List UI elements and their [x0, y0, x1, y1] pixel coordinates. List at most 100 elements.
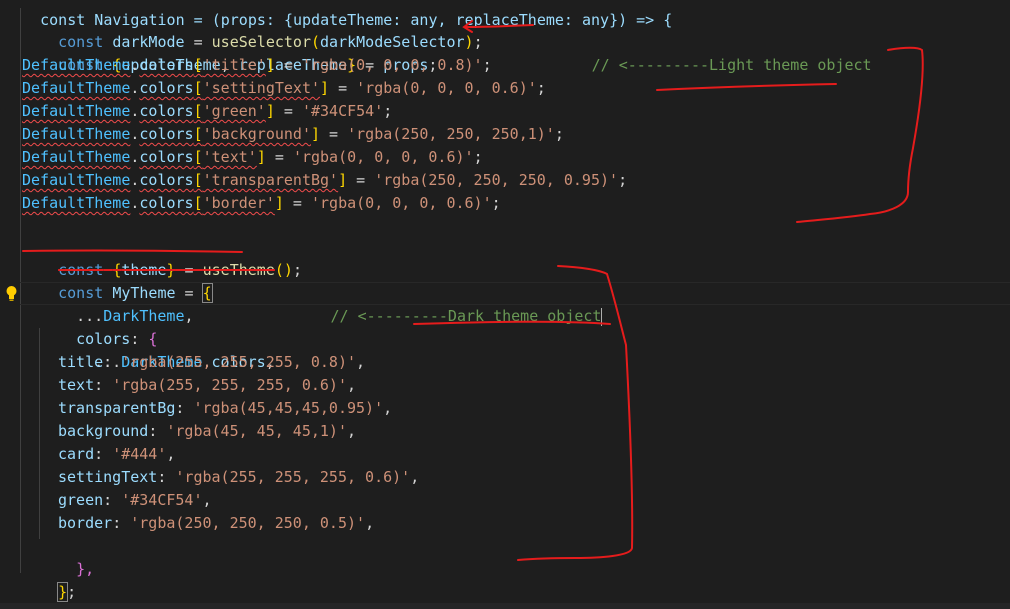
bracket: ]	[265, 56, 275, 74]
punctuation: :	[103, 353, 122, 371]
bracket: [	[193, 56, 203, 74]
class-name: DefaultTheme	[22, 102, 131, 120]
string-value: 'rgba(250, 250, 250, 0.95)'	[374, 171, 619, 189]
string-value: 'rgba(0, 0, 0, 0.6)'	[356, 79, 537, 97]
property: colors	[139, 125, 194, 143]
operator: =	[274, 102, 302, 120]
code-line-light-assignment: DefaultTheme.colors['green'] = '#34CF54'…	[22, 100, 1010, 123]
code-line-my-theme: const MyTheme = {	[22, 259, 1010, 303]
property: colors	[139, 79, 194, 97]
property-key: card	[58, 445, 95, 463]
property-key: text	[58, 376, 95, 394]
code-line-colors-open: colors: {	[40, 305, 1010, 348]
punctuation: :	[94, 445, 113, 463]
horizontal-scrollbar[interactable]	[0, 603, 1010, 609]
bracket: ]	[274, 194, 284, 212]
punctuation: ;	[383, 102, 393, 120]
string-key: 'border'	[202, 194, 275, 212]
code-line-dark-property: transparentBg: 'rgba(45,45,45,0.95)',	[58, 397, 1010, 420]
code-line-dark-property: card: '#444',	[58, 443, 1010, 466]
class-name: DefaultTheme	[22, 125, 131, 143]
punctuation: ;	[491, 194, 501, 212]
bracket: [	[193, 171, 203, 189]
punctuation: ,	[202, 491, 212, 509]
string-key: 'settingText'	[202, 79, 321, 97]
bracket: ]	[320, 79, 330, 97]
code-line-theme-close: };	[22, 558, 1010, 602]
code-line-light-assignment: DefaultTheme.colors['background'] = 'rgb…	[22, 123, 1010, 146]
punctuation: ;	[536, 79, 546, 97]
bracket: }	[57, 582, 69, 602]
string-key: 'text'	[202, 148, 257, 166]
operator: =	[283, 194, 311, 212]
bracket: ]	[338, 171, 348, 189]
code-line-colors-close: },	[40, 535, 1010, 578]
string-value: 'rgba(255, 255, 255, 0.8)'	[121, 353, 357, 371]
code-line-light-assignment: DefaultTheme.colors['title'] = 'rgba(0, …	[22, 54, 1010, 77]
punctuation: :	[103, 491, 122, 509]
string-key: 'title'	[202, 56, 266, 74]
string-value: '#444'	[112, 445, 167, 463]
string-value: 'rgba(0, 0, 0, 0.6)'	[292, 148, 474, 166]
punctuation: ,	[166, 445, 176, 463]
bracket: ]	[256, 148, 266, 166]
string-value: 'rgba(250, 250, 250,1)'	[347, 125, 555, 143]
bracket: [	[193, 148, 203, 166]
punctuation: ;	[554, 125, 564, 143]
string-key: 'green'	[202, 102, 266, 120]
string-value: 'rgba(0, 0, 0, 0.8)'	[301, 56, 483, 74]
punctuation: ,	[356, 353, 366, 371]
string-value: '#34CF54'	[121, 491, 203, 509]
operator: =	[320, 125, 348, 143]
code-line-dark-property: title: 'rgba(255, 255, 255, 0.8)',	[58, 351, 1010, 374]
bracket: [	[193, 102, 203, 120]
class-name: DefaultTheme	[22, 148, 131, 166]
property-key: background	[58, 422, 149, 440]
code-line-light-assignment: DefaultTheme.colors['text'] = 'rgba(0, 0…	[22, 146, 1010, 169]
property: colors	[139, 56, 194, 74]
code-editor[interactable]: const Navigation = (props: {updateTheme:…	[0, 0, 1010, 609]
code-line-spread-colors: ...DarkTheme.colors,	[58, 328, 1010, 371]
lightbulb-icon[interactable]	[5, 285, 18, 303]
operator: =	[347, 171, 375, 189]
code-line-spread-dark: ...DarkTheme,// <---------Dark theme obj…	[40, 282, 1010, 326]
property: colors	[139, 102, 194, 120]
code-comment: // <---------Light theme object	[591, 56, 872, 74]
punctuation: ;	[482, 56, 492, 74]
string-value: 'rgba(255, 255, 255, 0.6)'	[112, 376, 347, 394]
code-line-light-assignment: DefaultTheme.colors['border'] = 'rgba(0,…	[22, 192, 1010, 215]
string-value: 'rgba(45,45,45,0.95)'	[193, 399, 384, 417]
punctuation: :	[112, 514, 131, 532]
property: colors	[139, 171, 194, 189]
punctuation: ,	[347, 422, 357, 440]
bracket: [	[193, 194, 203, 212]
code-line-dark-property: border: 'rgba(250, 250, 250, 0.5)',	[58, 512, 1010, 535]
punctuation: ,	[383, 399, 393, 417]
property-key: transparentBg	[58, 399, 176, 417]
string-value: 'rgba(0, 0, 0, 0.6)'	[311, 194, 492, 212]
string-key: 'transparentBg'	[202, 171, 339, 189]
code-line-use-theme: const {theme} = useTheme();	[22, 236, 1010, 279]
operator: =	[265, 148, 293, 166]
string-key: 'background'	[202, 125, 311, 143]
class-name: DefaultTheme	[22, 79, 131, 97]
punctuation: ;	[67, 583, 77, 601]
string-value: 'rgba(45, 45, 45,1)'	[166, 422, 347, 440]
property-key: green	[58, 491, 104, 509]
string-value: 'rgba(255, 255, 255, 0.6)'	[175, 468, 411, 486]
punctuation: ;	[473, 148, 483, 166]
code-line-dark-mode: const darkMode = useSelector(darkModeSel…	[22, 8, 1010, 51]
code-line-dark-property: settingText: 'rgba(255, 255, 255, 0.6)',	[58, 466, 1010, 489]
bracket: ]	[265, 102, 275, 120]
string-value: '#34CF54'	[301, 102, 384, 120]
property-key: settingText	[58, 468, 158, 486]
class-name: DefaultTheme	[22, 171, 131, 189]
bracket: ]	[311, 125, 321, 143]
operator: =	[274, 56, 302, 74]
code-line-light-assignment: DefaultTheme.colors['transparentBg'] = '…	[22, 169, 1010, 192]
punctuation: ,	[410, 468, 420, 486]
bracket: [	[193, 125, 203, 143]
property-key: title	[58, 353, 104, 371]
bracket: [	[193, 79, 203, 97]
operator: =	[329, 79, 357, 97]
